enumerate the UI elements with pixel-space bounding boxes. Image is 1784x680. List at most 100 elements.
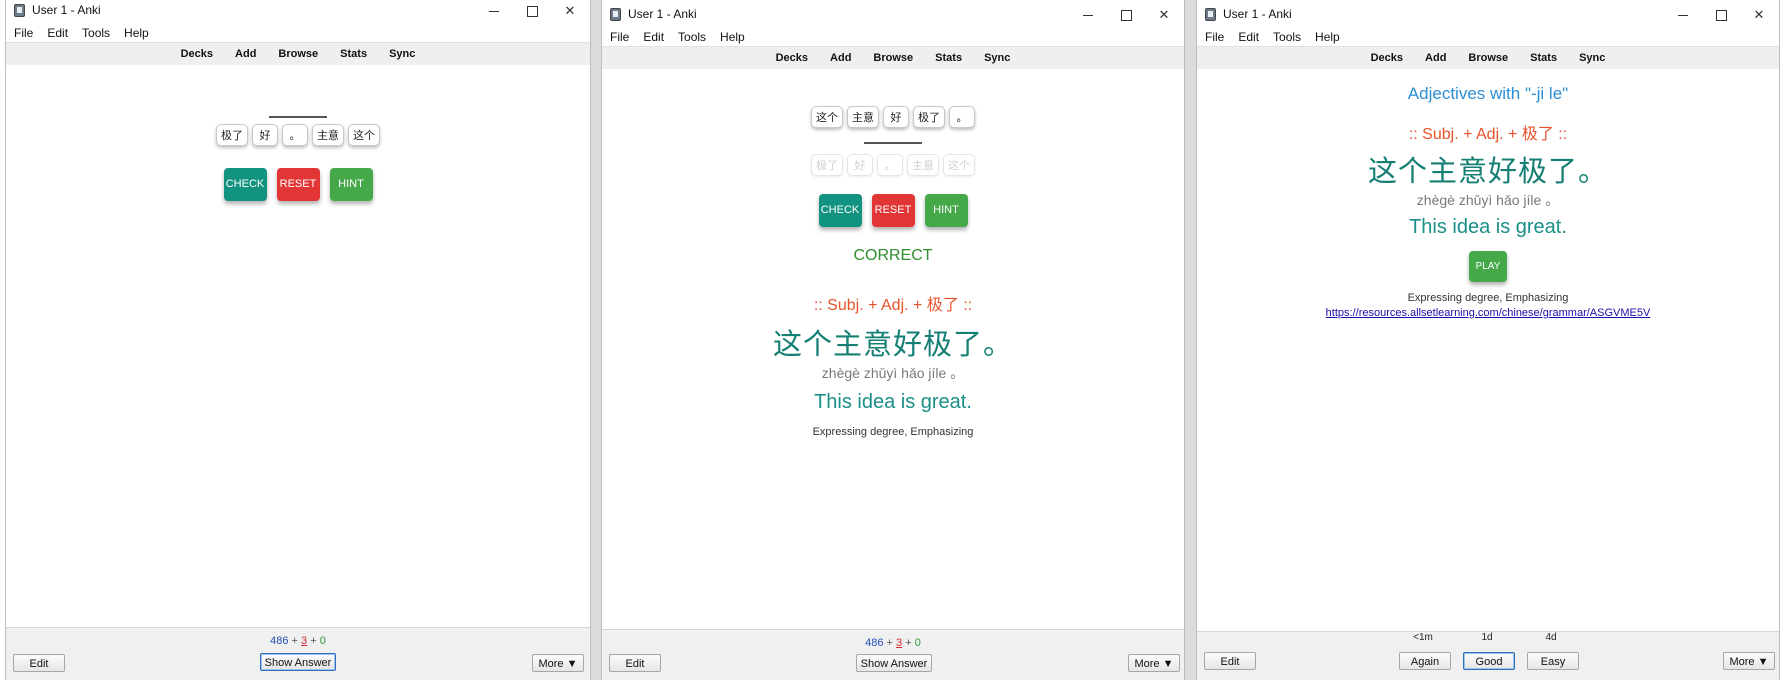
toolbar-decks[interactable]: Decks [1371,47,1403,69]
bottom-bar: 486 + 3 + 0 Edit Show Answer More ▼ [602,629,1184,680]
review-count: 0 [319,635,326,647]
toolbar-add[interactable]: Add [1425,47,1446,69]
word-tile[interactable]: 极了 [216,124,248,146]
more-label: More [538,658,564,670]
more-button[interactable]: More ▼ [1128,654,1180,672]
learn-count: 3 [301,635,308,647]
menu-edit[interactable]: Edit [643,28,664,46]
interval-easy: 4d [1545,632,1557,643]
anki-app-icon [1205,8,1216,21]
english-translation: This idea is great. [814,391,972,413]
more-button[interactable]: More ▼ [1723,652,1775,670]
show-answer-button[interactable]: Show Answer [856,654,932,672]
close-icon[interactable]: ✕ [1739,4,1779,26]
toolbar-sync[interactable]: Sync [1579,47,1605,69]
card-checked: 这个 主意好极了。 极了好。主意 这个 CHECK RESET HINT CORRECT… [602,68,1184,438]
ghost-tile: 好 [847,154,873,176]
word-tile[interactable]: 这个 [348,124,380,146]
ghost-tile: 。 [877,154,903,176]
toolbar-stats[interactable]: Stats [935,47,962,69]
anki-app-icon [14,4,25,17]
easy-button[interactable]: Easy [1527,652,1579,670]
toolbar-browse[interactable]: Browse [1468,47,1508,69]
menu-file[interactable]: File [610,28,629,46]
ghost-tile: 这个 [943,154,975,176]
word-tile[interactable]: 。 [282,124,308,146]
answer-blank-line [864,142,922,144]
toolbar-stats[interactable]: Stats [1530,47,1557,69]
maximize-icon[interactable] [512,0,552,22]
menu-file[interactable]: File [1205,28,1224,46]
toolbar-browse[interactable]: Browse [278,43,318,65]
play-button[interactable]: PLAY [1469,251,1507,282]
word-tile[interactable]: 。 [949,106,975,128]
ghost-tiles: 极了好。主意 这个 [602,154,1184,176]
triangle-down-icon: ▼ [566,658,578,670]
maximize-icon[interactable] [1701,4,1741,26]
toolbar-sync[interactable]: Sync [389,43,415,65]
bottom-bar: 486 + 3 + 0 Edit Show Answer More ▼ [6,627,590,680]
good-button[interactable]: Good [1463,652,1515,670]
chinese-sentence: 这个主意好极了。 [772,327,1013,361]
close-icon[interactable]: ✕ [1144,4,1184,26]
word-tile[interactable]: 这个 [811,106,843,128]
toolbar-decks[interactable]: Decks [181,43,213,65]
more-button[interactable]: More ▼ [532,654,584,672]
interval-again: <1m [1413,632,1433,643]
again-button[interactable]: Again [1399,652,1451,670]
show-answer-button[interactable]: Show Answer [260,653,336,671]
menu-help[interactable]: Help [124,24,149,42]
count-separator: + [886,637,893,649]
grammar-title: Adjectives with "-ji le" [1407,84,1569,103]
title-bar: User 1 - Anki ✕ [1197,4,1779,28]
correct-status: CORRECT [853,247,933,264]
word-tile[interactable]: 好 [883,106,909,128]
toolbar-stats[interactable]: Stats [340,43,367,65]
toolbar-add[interactable]: Add [235,43,256,65]
menu-tools[interactable]: Tools [678,28,706,46]
grammar-link[interactable]: https://resources.allsetlearning.com/chi… [1197,307,1779,319]
hint-button[interactable]: HINT [329,168,373,201]
menu-edit[interactable]: Edit [1238,28,1259,46]
toolbar-browse[interactable]: Browse [873,47,913,69]
minimize-icon[interactable] [474,0,514,22]
maximize-icon[interactable] [1106,4,1146,26]
learn-count: 3 [896,637,903,649]
menu-tools[interactable]: Tools [1273,28,1301,46]
play-container: PLAY [1197,251,1779,282]
grammar-pattern: :: Subj. + Adj. + 极了 :: [1408,126,1568,143]
menu-tools[interactable]: Tools [82,24,110,42]
more-label: More [1729,656,1755,668]
menu-file[interactable]: File [14,24,33,42]
review-count: 0 [914,637,921,649]
word-tile[interactable]: 好 [252,124,278,146]
edit-button[interactable]: Edit [1204,652,1256,670]
ghost-tile: 极了 [811,154,843,176]
anki-window-question: User 1 - Anki ✕ File Edit Tools Help Decks A… [5,0,591,680]
minimize-icon[interactable] [1663,4,1703,26]
toolbar-decks[interactable]: Decks [776,47,808,69]
menu-edit[interactable]: Edit [47,24,68,42]
interval-good: 1d [1481,632,1493,643]
word-tile[interactable]: 极了 [913,106,945,128]
hint-button[interactable]: HINT [924,194,968,227]
due-counts: 486 + 3 + 0 [6,635,590,647]
check-button[interactable]: CHECK [818,194,862,227]
count-separator: + [310,635,317,647]
menu-help[interactable]: Help [1315,28,1340,46]
arranged-tiles: 这个 主意好极了。 [602,106,1184,128]
edit-button[interactable]: Edit [609,654,661,672]
minimize-icon[interactable] [1068,4,1108,26]
close-icon[interactable]: ✕ [550,0,590,22]
check-button[interactable]: CHECK [223,168,267,201]
ghost-tile: 主意 [907,154,939,176]
edit-button[interactable]: Edit [13,654,65,672]
reset-button[interactable]: RESET [276,168,320,201]
anki-window-answer: User 1 - Anki ✕ File Edit Tools Help Decks A… [1196,0,1780,680]
toolbar-sync[interactable]: Sync [984,47,1010,69]
word-tile[interactable]: 主意 [312,124,344,146]
word-tile[interactable]: 主意 [847,106,879,128]
toolbar-add[interactable]: Add [830,47,851,69]
reset-button[interactable]: RESET [871,194,915,227]
menu-help[interactable]: Help [720,28,745,46]
